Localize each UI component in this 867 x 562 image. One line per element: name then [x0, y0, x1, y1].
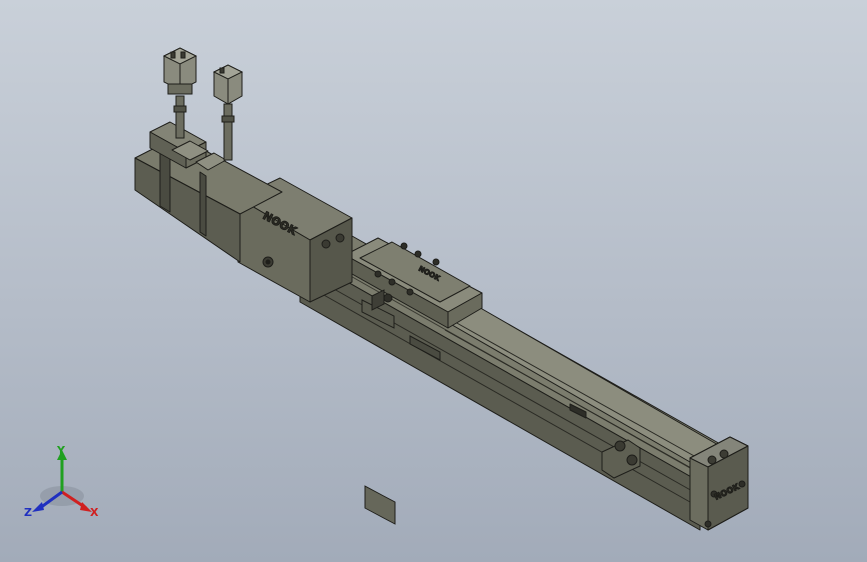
connector-right[interactable]	[212, 64, 244, 105]
orientation-triad[interactable]: Y X Z	[20, 444, 110, 524]
linear-actuator-model[interactable]: NOOK NOOK NOOK	[0, 0, 867, 562]
cable-left[interactable]	[173, 95, 187, 139]
x-axis-label: X	[90, 506, 99, 519]
graphics-viewport[interactable]: NOOK NOOK NOOK Y X Z	[0, 0, 867, 562]
z-axis-label: Z	[24, 506, 32, 519]
y-axis-label: Y	[56, 444, 66, 457]
cable-right[interactable]	[221, 103, 235, 161]
connector-left[interactable]	[162, 47, 198, 95]
z-axis-arrow-icon	[32, 502, 44, 512]
